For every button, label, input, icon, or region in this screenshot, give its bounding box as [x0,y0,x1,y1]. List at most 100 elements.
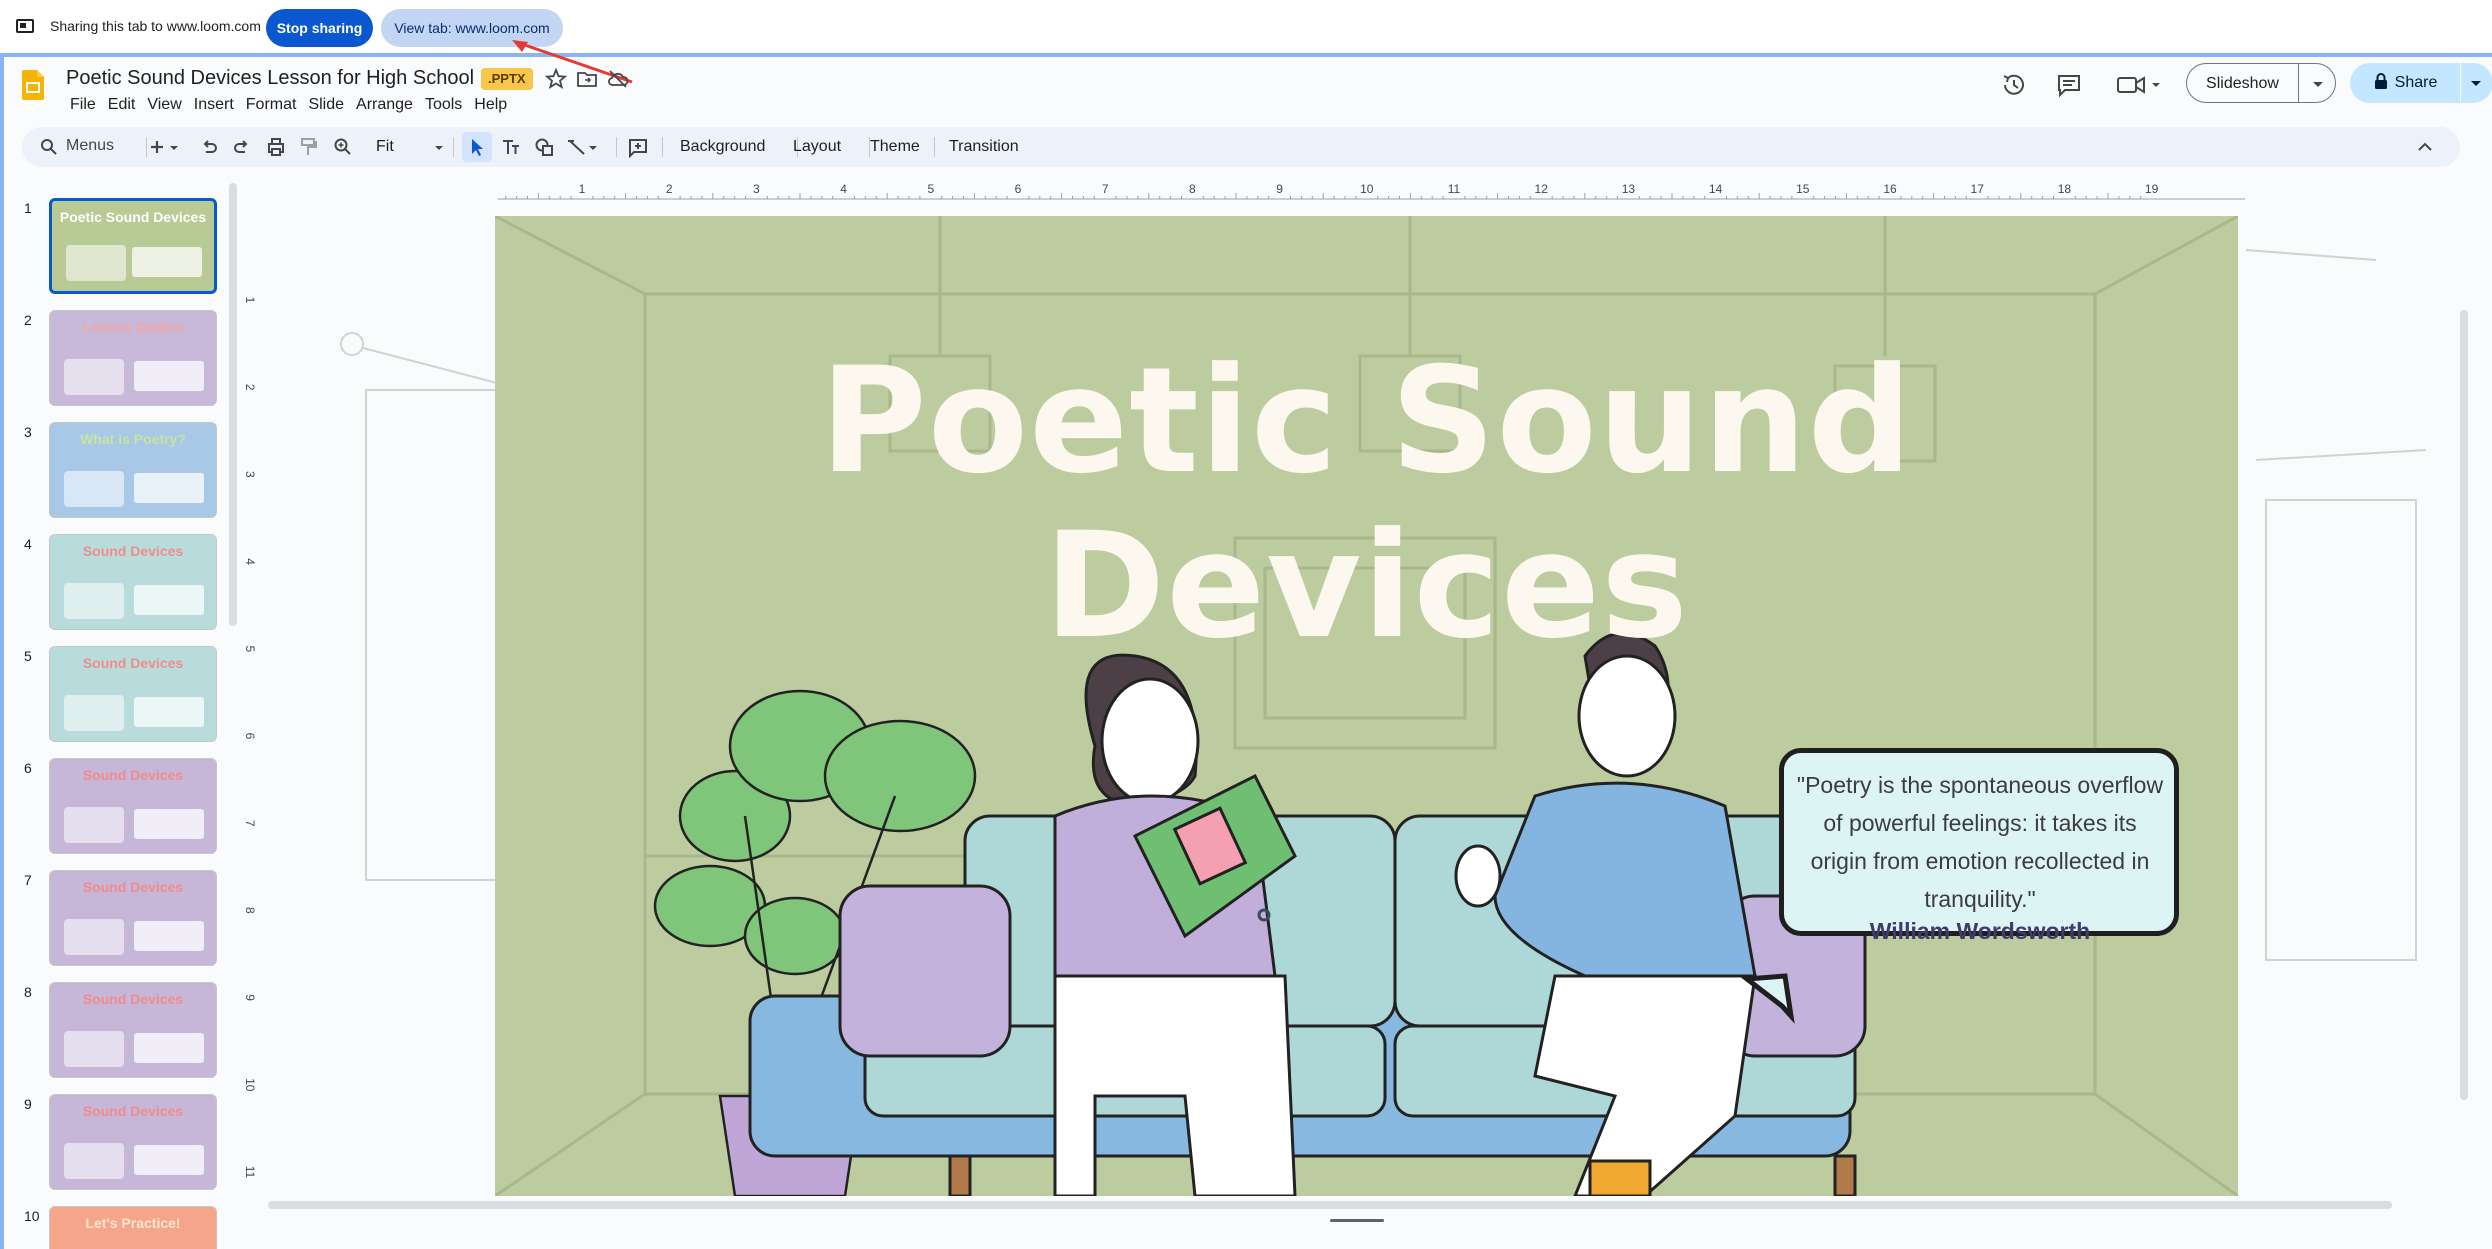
menu-edit[interactable]: Edit [102,93,142,117]
current-slide[interactable] [495,216,2238,1196]
chevron-down-icon[interactable] [432,136,446,158]
ruler-tick-label: 4 [243,558,255,565]
slide-thumbnail-1[interactable]: Poetic Sound Devices [49,198,217,294]
slide-filmstrip: 1 Poetic Sound Devices 2 Lesson Outline 3 Wha… [4,180,240,1249]
ruler-tick-label: 18 [2058,182,2072,196]
slide-thumbnail-8[interactable]: Sound Devices [49,982,217,1078]
collapse-toolbar-icon[interactable] [2414,136,2436,158]
slide-thumbnail-number: 2 [24,312,32,328]
text-box-icon[interactable] [500,136,522,158]
toolbar-divider [934,137,935,157]
quote-text[interactable]: "Poetry is the spontaneous overflow of p… [1795,766,2165,918]
print-icon[interactable] [265,136,287,158]
slide-thumbnail-2[interactable]: Lesson Outline [49,310,217,406]
ruler-tick-label: 13 [1622,182,1636,196]
new-slide-icon[interactable] [146,136,168,158]
slide-thumbnail-title: What is Poetry? [80,431,186,447]
slide-thumbnail-title: Sound Devices [82,1103,184,1119]
slide-thumbnail-graphic [64,471,124,507]
ruler-tick-label: 11 [243,1166,255,1179]
ruler-tick-label: 1 [243,297,255,304]
search-menus[interactable]: Menus [30,133,138,161]
menu-help[interactable]: Help [468,93,513,117]
meet-video-icon[interactable] [2116,71,2164,99]
select-cursor-icon[interactable] [466,136,488,158]
ruler-tick-label: 1 [579,182,586,196]
menu-insert[interactable]: Insert [188,93,240,117]
slide-thumbnail-7[interactable]: Sound Devices [49,870,217,966]
slide-thumbnail-graphic [64,1143,124,1179]
slide-thumbnail-number: 10 [24,1208,40,1224]
ruler-tick-label: 7 [243,820,255,827]
filmstrip-scrollbar[interactable] [229,183,237,626]
slide-thumbnail-title: Sound Devices [82,991,184,1007]
menu-slide[interactable]: Slide [302,93,350,117]
tab-sharing-bar: Sharing this tab to www.loom.com Stop sh… [0,0,2492,55]
slide-thumbnail-graphic [64,359,124,395]
horizontal-scrollbar[interactable] [268,1201,2392,1209]
chevron-down-icon[interactable] [167,136,181,158]
slideshow-dropdown[interactable] [2298,63,2336,103]
background-button[interactable]: Background [680,136,765,158]
slide-thumbnail-graphic [64,583,124,619]
menu-format[interactable]: Format [240,93,303,117]
chevron-down-icon[interactable] [586,136,600,158]
slide-thumbnail-4[interactable]: Sound Devices [49,534,217,630]
undo-icon[interactable] [198,136,220,158]
vertical-scrollbar[interactable] [2460,310,2468,1100]
menu-tools[interactable]: Tools [419,93,468,117]
version-history-icon[interactable] [2000,71,2028,99]
add-comment-icon[interactable] [627,136,649,158]
shape-icon[interactable] [533,136,555,158]
slide-thumbnail-9[interactable]: Sound Devices [49,1094,217,1190]
file-format-badge: .PPTX [481,68,533,90]
stop-sharing-button[interactable]: Stop sharing [266,9,373,47]
ruler-tick-label: 8 [243,907,255,914]
slide-thumbnail-6[interactable]: Sound Devices [49,758,217,854]
layout-button[interactable]: Layout [793,136,841,158]
zoom-icon[interactable] [332,136,354,158]
ruler-tick-label: 19 [2145,182,2159,196]
slide-thumbnail-3[interactable]: What is Poetry? [49,422,217,518]
share-button[interactable]: Share [2350,63,2460,103]
quote-author[interactable]: William Wordsworth [1795,918,2165,945]
sharing-status-text: Sharing this tab to www.loom.com [50,18,261,34]
comments-icon[interactable] [2055,71,2083,99]
slide-thumbnail-textbox [134,585,204,615]
menu-view[interactable]: View [141,93,187,117]
line-icon[interactable] [566,136,588,158]
slide-thumbnail-title: Sound Devices [82,543,184,559]
search-icon [41,139,57,155]
theme-button[interactable]: Theme [870,136,920,158]
ruler-tick-label: 9 [243,994,255,1001]
ruler-tick-label: 11 [1448,182,1461,196]
slide-thumbnail-5[interactable]: Sound Devices [49,646,217,742]
speaker-notes-drag-handle[interactable] [1330,1219,1384,1222]
slideshow-button[interactable]: Slideshow [2186,63,2298,103]
ruler-tick-label: 4 [840,182,847,196]
cloud-offline-icon[interactable] [607,68,629,90]
document-title[interactable]: Poetic Sound Devices Lesson for High Sch… [66,67,474,90]
move-folder-icon[interactable] [576,68,598,90]
chevron-down-icon [2471,81,2481,86]
ruler-tick-label: 16 [1883,182,1897,196]
search-menus-label: Menus [66,137,115,154]
star-icon[interactable] [545,68,567,90]
slide-thumbnail-10[interactable]: Let's Practice! [49,1206,217,1249]
vertical-ruler: 1 2 3 4 5 6 7 8 9 10 11 [243,297,255,1179]
ruler-tick-label: 3 [753,182,760,196]
slide-thumbnail-title: Poetic Sound Devices [59,209,207,225]
menu-file[interactable]: File [64,93,102,117]
ruler-tick-label: 2 [666,182,673,196]
redo-icon[interactable] [231,136,253,158]
google-slides-logo-icon[interactable] [22,70,44,100]
menu-arrange[interactable]: Arrange [350,93,419,117]
zoom-select[interactable]: Fit [376,136,394,158]
slide-thumbnail-title: Sound Devices [82,767,184,783]
transition-button[interactable]: Transition [949,136,1019,158]
slide-thumbnail-textbox [134,697,204,727]
share-dropdown[interactable] [2461,63,2492,103]
slide-thumbnail-textbox [132,247,202,277]
paint-format-icon[interactable] [298,136,320,158]
ruler-tick-label: 14 [1709,182,1723,196]
